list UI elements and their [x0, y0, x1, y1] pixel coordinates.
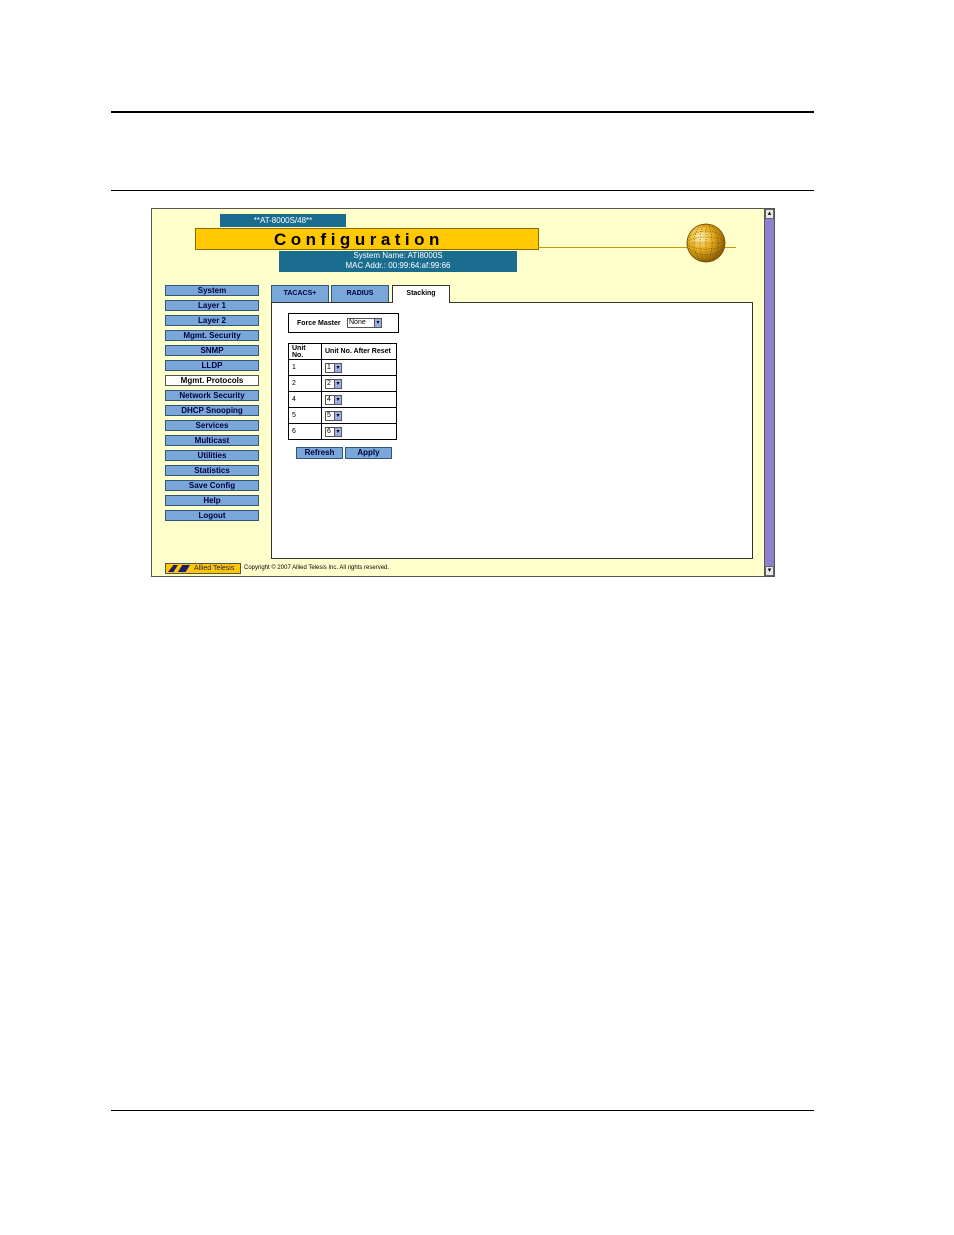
table-row: 2 2 ▾	[288, 375, 397, 392]
unit-table: Unit No. Unit No. After Reset 1 1 ▾ 2 2 ▾ …	[288, 343, 397, 440]
footer-rule	[111, 1110, 814, 1111]
tab-stacking[interactable]: Stacking	[392, 285, 450, 303]
refresh-button[interactable]: Refresh	[296, 447, 343, 459]
scroll-down-icon[interactable]: ▾	[765, 566, 774, 576]
menu-item-layer-1[interactable]: Layer 1	[165, 300, 259, 311]
menu-item-mgmt-security[interactable]: Mgmt. Security	[165, 330, 259, 341]
table-row: 4 4 ▾	[288, 391, 397, 408]
force-master-select[interactable]: None ▾	[347, 318, 382, 328]
menu-item-services[interactable]: Services	[165, 420, 259, 431]
unit-after-reset-select[interactable]: 6 ▾	[325, 426, 342, 437]
unit-cell: 1	[288, 359, 322, 376]
menu-item-save-config[interactable]: Save Config	[165, 480, 259, 491]
apply-button[interactable]: Apply	[345, 447, 392, 459]
chevron-down-icon: ▾	[334, 411, 341, 420]
table-row: 6 6 ▾	[288, 423, 397, 440]
chevron-down-icon: ▾	[334, 363, 341, 372]
unit-cell: 2	[288, 375, 322, 392]
header-rule	[111, 190, 814, 191]
chevron-down-icon: ▾	[334, 379, 341, 388]
unit-after-reset-select[interactable]: 1 ▾	[325, 362, 342, 373]
unit-after-reset-value: 6	[327, 427, 331, 435]
header-unit-after-reset: Unit No. After Reset	[321, 343, 397, 360]
page-title-bar: Configuration	[195, 228, 539, 250]
force-master-label: Force Master	[297, 320, 341, 327]
logo-mark-icon	[168, 565, 190, 572]
allied-telesis-logo: Allied Telesis	[165, 563, 241, 574]
unit-after-reset-select[interactable]: 4 ▾	[325, 394, 342, 405]
globe-icon	[686, 223, 726, 263]
menu-item-lldp[interactable]: LLDP	[165, 360, 259, 371]
browser-screenshot: **AT-8000S/48** Configuration System Nam…	[151, 208, 775, 577]
chevron-down-icon: ▾	[334, 427, 341, 436]
chevron-down-icon: ▾	[374, 319, 381, 327]
tab-tacacs[interactable]: TACACS+	[271, 285, 329, 302]
menu-item-utilities[interactable]: Utilities	[165, 450, 259, 461]
chevron-down-icon: ▾	[334, 395, 341, 404]
menu-item-system[interactable]: System	[165, 285, 259, 296]
menu-item-help[interactable]: Help	[165, 495, 259, 506]
unit-cell: 6	[288, 423, 322, 440]
unit-after-reset-value: 2	[327, 379, 331, 387]
logo-text: Allied Telesis	[194, 565, 235, 572]
table-header-row: Unit No. Unit No. After Reset	[288, 343, 397, 360]
menu-item-dhcp-snooping[interactable]: DHCP Snooping	[165, 405, 259, 416]
menu-item-mgmt-protocols[interactable]: Mgmt. Protocols	[165, 375, 259, 386]
model-label: **AT-8000S/48**	[220, 214, 346, 227]
scroll-up-icon[interactable]: ▴	[765, 209, 774, 219]
unit-after-reset-value: 1	[327, 363, 331, 371]
mac-address: MAC Addr.: 00:99:64:af:99:66	[345, 261, 451, 270]
unit-cell: 5	[288, 407, 322, 424]
menu-item-network-security[interactable]: Network Security	[165, 390, 259, 401]
copyright-text: Copyright © 2007 Allied Telesis Inc. All…	[244, 565, 390, 571]
page-title: Configuration	[274, 230, 444, 249]
menu-item-layer-2[interactable]: Layer 2	[165, 315, 259, 326]
force-master-value: None	[349, 319, 366, 326]
menu-item-logout[interactable]: Logout	[165, 510, 259, 521]
table-row: 5 5 ▾	[288, 407, 397, 424]
unit-after-reset-value: 4	[327, 395, 331, 403]
unit-after-reset-select[interactable]: 2 ▾	[325, 378, 342, 389]
unit-after-reset-value: 5	[327, 411, 331, 419]
vertical-scrollbar[interactable]: ▴ ▾	[764, 209, 774, 576]
menu-item-multicast[interactable]: Multicast	[165, 435, 259, 446]
system-info: System Name: ATI8000S MAC Addr.: 00:99:6…	[279, 251, 517, 272]
unit-after-reset-select[interactable]: 5 ▾	[325, 410, 342, 421]
menu-item-snmp[interactable]: SNMP	[165, 345, 259, 356]
unit-cell: 4	[288, 391, 322, 408]
force-master-box: Force Master None ▾	[288, 313, 399, 333]
system-name: System Name: ATI8000S	[353, 251, 443, 260]
stacking-panel: Force Master None ▾ Unit No. Unit No. Af…	[271, 302, 753, 559]
top-rule	[111, 111, 814, 113]
menu-item-statistics[interactable]: Statistics	[165, 465, 259, 476]
header-unit-no: Unit No.	[288, 343, 322, 360]
tab-radius[interactable]: RADIUS	[331, 285, 389, 302]
table-row: 1 1 ▾	[288, 359, 397, 376]
